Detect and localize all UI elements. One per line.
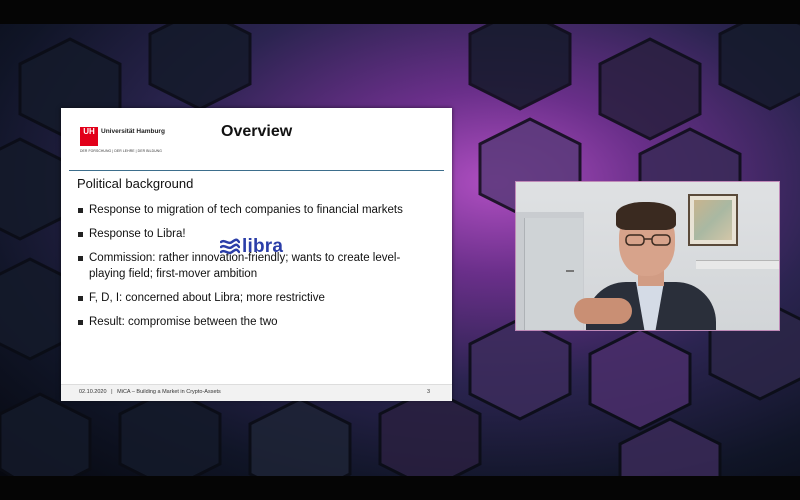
- slide-header: UH Universität Hamburg DER FORSCHUNG | D…: [61, 108, 452, 170]
- libra-logo: libra: [220, 235, 283, 259]
- video-wall-picture-map: [694, 200, 732, 240]
- presentation-slide: UH Universität Hamburg DER FORSCHUNG | D…: [61, 108, 452, 401]
- speaker-hands: [574, 298, 632, 324]
- speaker-hair: [616, 202, 676, 230]
- video-shelf: [696, 260, 779, 269]
- letterbox-bottom: [0, 476, 800, 500]
- slide-subheading: Political background: [77, 176, 194, 191]
- libra-logo-text: libra: [242, 236, 284, 257]
- university-name: Universität Hamburg: [101, 128, 165, 135]
- video-wall-picture: [688, 194, 738, 246]
- footer-page-number: 3: [426, 389, 430, 395]
- bullet-item: Result: compromise between the two: [77, 314, 427, 330]
- header-divider: [69, 170, 444, 171]
- footer-caption: 02.10.2020 | MiCA – Building a Market in…: [79, 389, 221, 395]
- footer-date: 02.10.2020: [79, 389, 107, 395]
- libra-logo-icon: [220, 238, 240, 255]
- university-logo: UH Universität Hamburg DER FORSCHUNG | D…: [80, 127, 165, 155]
- slide-title: Overview: [221, 123, 293, 140]
- university-logo-mark: UH: [80, 127, 98, 146]
- footer-separator: |: [111, 389, 113, 395]
- video-door-handle: [566, 270, 574, 272]
- university-tagline: DER FORSCHUNG | DER LEHRE | DER BILDUNG: [80, 149, 162, 153]
- letterbox-top: [0, 0, 800, 24]
- footer-title: MiCA – Building a Market in Crypto-Asset…: [117, 389, 221, 395]
- slide-footer: 02.10.2020 | MiCA – Building a Market in…: [61, 384, 452, 401]
- speaker-video-feed: [515, 181, 780, 331]
- bullet-item: Response to migration of tech companies …: [77, 202, 427, 218]
- bullet-list: Response to migration of tech companies …: [77, 202, 427, 338]
- bullet-item: F, D, I: concerned about Libra; more res…: [77, 290, 427, 306]
- video-call-window: UH Universität Hamburg DER FORSCHUNG | D…: [0, 0, 800, 500]
- speaker-glasses: [625, 234, 671, 246]
